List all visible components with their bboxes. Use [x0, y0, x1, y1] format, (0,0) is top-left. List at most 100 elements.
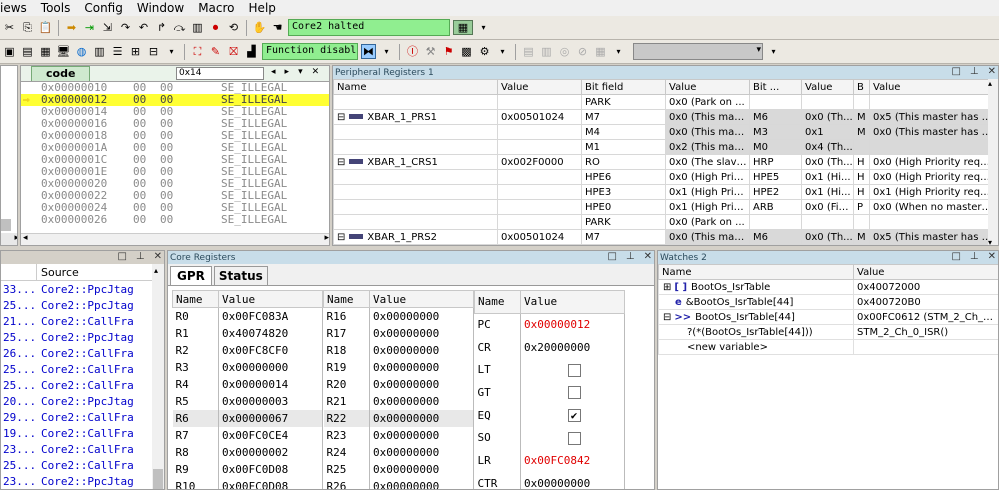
gpr-row[interactable]: R7 0x00FC0CE4: [172, 426, 323, 444]
trace-icon[interactable]: ▥: [92, 44, 107, 59]
step-out-icon[interactable]: ↶: [136, 20, 151, 35]
scroll-right-icon[interactable]: ▸: [1, 233, 17, 245]
register-value-cell[interactable]: [520, 426, 625, 450]
globe-icon[interactable]: ◍: [74, 44, 89, 59]
menu-item[interactable]: Tools: [37, 1, 81, 15]
source-row[interactable]: 25... Core2::CallFra: [1, 377, 151, 393]
gpr-row[interactable]: R21 0x00000000: [323, 392, 474, 410]
source-row[interactable]: 25... Core2::PpcJtag: [1, 297, 151, 313]
step-into-icon[interactable]: ⇲: [100, 20, 115, 35]
special-register-row[interactable]: LR 0x00FC0842: [474, 449, 625, 472]
gpr-row[interactable]: R17 0x00000000: [323, 324, 474, 342]
tree-icon[interactable]: ⊟: [146, 44, 161, 59]
menu-item[interactable]: Help: [245, 1, 286, 15]
register-value[interactable]: 0x00000000: [369, 426, 474, 444]
menu-item[interactable]: Window: [133, 1, 194, 15]
vertical-scrollbar[interactable]: ▴: [152, 264, 164, 489]
list-icon[interactable]: ☰: [110, 44, 125, 59]
col-header[interactable]: Value: [801, 79, 854, 95]
settings-icon[interactable]: ⚙: [477, 44, 492, 59]
special-register-row[interactable]: CTR 0x00000000: [474, 471, 625, 489]
register-row[interactable]: M4 0x0 (This mast... M3 0x1 M 0x0 (This maste…: [333, 124, 994, 140]
vertical-scrollbar[interactable]: ▴ ▾: [988, 79, 998, 245]
monitor-icon[interactable]: 🖥: [56, 44, 71, 59]
source-row[interactable]: 21... Core2::CallFra: [1, 313, 151, 329]
col-header[interactable]: Name: [333, 79, 498, 95]
register-value[interactable]: 0x00000000: [369, 324, 474, 342]
register-value[interactable]: 0x00000000: [369, 409, 474, 427]
copy-icon[interactable]: ⎘: [20, 20, 35, 35]
chart-icon[interactable]: ▟: [244, 44, 259, 59]
source-row[interactable]: 23... Core2::CallFra: [1, 441, 151, 457]
gpr-row[interactable]: R23 0x00000000: [323, 426, 474, 444]
overflow-chevron-icon[interactable]: ▾: [379, 44, 394, 59]
register-value[interactable]: 0x00000000: [369, 307, 474, 325]
register-value-cell[interactable]: 0x00FC0842: [520, 449, 625, 472]
register-row[interactable]: M1 0x2 (This mast... M0 0x4 (Th...: [333, 139, 994, 155]
scrollbar-thumb[interactable]: [153, 469, 163, 489]
break-icon[interactable]: ▥: [190, 20, 205, 35]
stop-icon[interactable]: ⏺: [208, 20, 223, 35]
register-value-cell[interactable]: ✔: [520, 403, 625, 427]
special-register-row[interactable]: LT: [474, 358, 625, 382]
register-value[interactable]: 0x00FC083A: [218, 307, 323, 325]
special-register-row[interactable]: SO: [474, 426, 625, 450]
col-header[interactable]: Value: [497, 79, 582, 95]
register-row[interactable]: PARK 0x0 (Park on ...: [333, 214, 994, 230]
source-row[interactable]: 29... Core2::CallFra: [1, 409, 151, 425]
source-row[interactable]: 26... Core2::CallFra: [1, 345, 151, 361]
gpr-row[interactable]: R0 0x00FC083A: [172, 307, 323, 325]
close-icon[interactable]: ✕: [312, 67, 320, 77]
gpr-row[interactable]: R2 0x00FC8CF0: [172, 341, 323, 359]
scroll-down-icon[interactable]: ▾: [988, 238, 992, 245]
special-register-row[interactable]: GT: [474, 381, 625, 404]
filter-icon[interactable]: ⧓: [361, 44, 376, 59]
tab-gpr[interactable]: GPR: [170, 266, 212, 285]
register-icon[interactable]: ▦: [38, 44, 53, 59]
special-register-row[interactable]: CR 0x20000000: [474, 335, 625, 359]
register-row[interactable]: PARK 0x0 (Park on ...: [333, 94, 994, 110]
flag-checkbox[interactable]: [567, 386, 581, 400]
register-value[interactable]: 0x00000000: [369, 358, 474, 376]
register-row[interactable]: ⊟ XBAR_1_PRS2 0x00501024 M7 0x0 (This mast..…: [333, 229, 994, 245]
hand-icon[interactable]: ✋: [252, 20, 267, 35]
source-row[interactable]: 23... Core2::PpcJtag: [1, 473, 151, 489]
flag-checkbox[interactable]: [567, 431, 581, 445]
close-icon[interactable]: ✕: [644, 251, 652, 262]
flag-checkbox[interactable]: ✔: [567, 408, 581, 422]
gpr-row[interactable]: R16 0x00000000: [323, 307, 474, 325]
register-value[interactable]: 0x40074820: [218, 324, 323, 342]
pin-icon[interactable]: ⊥: [136, 251, 145, 262]
gpr-row[interactable]: R24 0x00000000: [323, 443, 474, 461]
gpr-row[interactable]: R20 0x00000000: [323, 375, 474, 393]
menu-item[interactable]: iews: [0, 1, 37, 15]
col-header[interactable]: Value: [665, 79, 750, 95]
dropdown-icon[interactable]: ▾: [298, 67, 303, 77]
address-input[interactable]: 0x14: [176, 67, 264, 80]
pin-icon[interactable]: ⊥: [970, 66, 979, 77]
expand-icon[interactable]: ⊞: [663, 282, 671, 293]
register-value[interactable]: 0x00000000: [369, 392, 474, 410]
gpr-row[interactable]: R18 0x00000000: [323, 341, 474, 359]
horizontal-scrollbar[interactable]: ◂ ▸: [21, 233, 329, 245]
register-value[interactable]: 0x00000000: [369, 460, 474, 478]
source-row[interactable]: 19... Core2::CallFra: [1, 425, 151, 441]
gpr-row[interactable]: R3 0x00000000: [172, 358, 323, 376]
go-icon[interactable]: ➡: [64, 20, 79, 35]
expand-icon[interactable]: ⊟: [663, 312, 671, 323]
source-row[interactable]: 33... Core2::PpcJtag: [1, 281, 151, 297]
tool-icon[interactable]: ⚒: [423, 44, 438, 59]
register-row[interactable]: ⊟ XBAR_1_CRS1 0x002F0000 RO 0x0 (The slave..…: [333, 154, 994, 170]
run-icon[interactable]: ⇥: [82, 20, 97, 35]
register-value[interactable]: 0x00000000: [218, 358, 323, 376]
chip-icon[interactable]: ▦: [453, 20, 473, 35]
menu-item[interactable]: Macro: [194, 1, 244, 15]
gpr-row[interactable]: R5 0x00000003: [172, 392, 323, 410]
flow-icon[interactable]: ⚑: [441, 44, 456, 59]
col-header[interactable]: Value: [869, 79, 994, 95]
collapse-icon[interactable]: ⊟: [337, 157, 345, 168]
tab-status[interactable]: Status: [213, 266, 268, 285]
minimize-icon[interactable]: □: [607, 251, 616, 262]
register-value[interactable]: 0x00FC0CE4: [218, 426, 323, 444]
gpr-row[interactable]: R10 0x00FC0D08: [172, 477, 323, 489]
